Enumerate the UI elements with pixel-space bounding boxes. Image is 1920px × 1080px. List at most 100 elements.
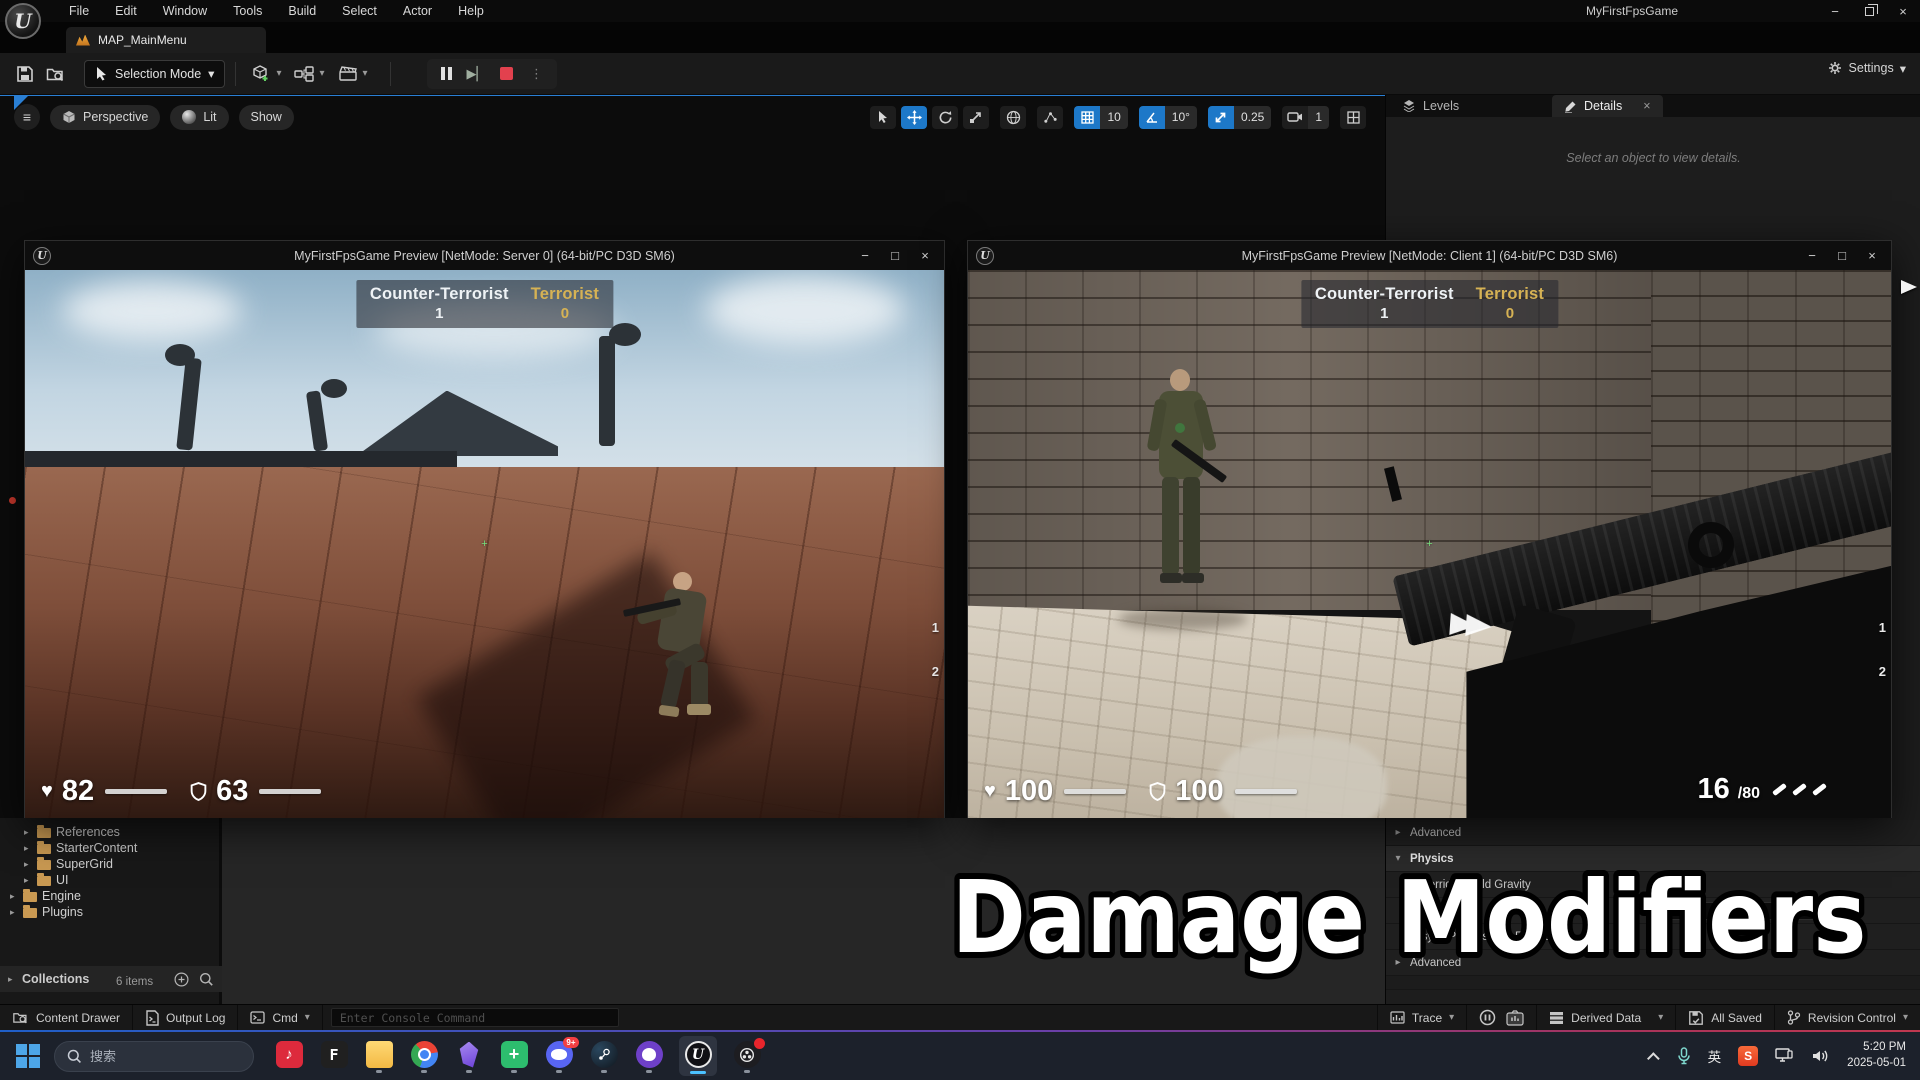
grid-snap-value[interactable]: 10 bbox=[1100, 106, 1127, 129]
app-obs-studio[interactable] bbox=[732, 1036, 762, 1076]
tray-expand-icon[interactable] bbox=[1647, 1052, 1660, 1065]
camera-speed-button[interactable] bbox=[1282, 106, 1308, 129]
unreal-logo-icon[interactable]: U bbox=[5, 3, 41, 39]
browse-content-button[interactable] bbox=[40, 60, 70, 88]
surface-snapping-button[interactable] bbox=[1037, 106, 1063, 129]
close-button[interactable]: × bbox=[910, 244, 940, 268]
collections-section[interactable]: ▸ Collections bbox=[0, 966, 222, 992]
game-viewport-client[interactable]: + Counter-Terrorist 1 Terrorist 0 bbox=[968, 270, 1891, 818]
derived-data-dropdown[interactable]: Derived Data ▾ bbox=[1537, 1005, 1676, 1031]
details-category-physics[interactable]: ▾Physics bbox=[1386, 846, 1920, 872]
gravity-value-field[interactable]: 0.0 bbox=[1654, 902, 1859, 920]
menu-tools[interactable]: Tools bbox=[220, 1, 275, 21]
menu-select[interactable]: Select bbox=[329, 1, 390, 21]
tab-details[interactable]: Details × bbox=[1552, 95, 1663, 117]
tree-item-startercontent[interactable]: ▸StarterContent bbox=[24, 840, 137, 856]
app-obsidian[interactable] bbox=[454, 1036, 484, 1076]
play-options-button[interactable]: ⋮ bbox=[525, 62, 549, 86]
maximize-viewport-button[interactable] bbox=[1340, 106, 1366, 129]
app-chrome[interactable] bbox=[409, 1036, 439, 1076]
pause-button[interactable] bbox=[435, 62, 459, 86]
revision-control-dropdown[interactable]: Revision Control ▾ bbox=[1775, 1005, 1920, 1031]
record-trace-icon[interactable] bbox=[1479, 1009, 1496, 1026]
menu-actor[interactable]: Actor bbox=[390, 1, 445, 21]
minimize-button[interactable]: − bbox=[850, 244, 880, 268]
frame-skip-button[interactable]: ▶▏ bbox=[465, 62, 489, 86]
taskbar-search[interactable] bbox=[54, 1041, 254, 1072]
override-gravity-checkbox[interactable] bbox=[1654, 877, 1669, 892]
sogou-input-icon[interactable]: S bbox=[1738, 1046, 1758, 1066]
menu-help[interactable]: Help bbox=[445, 1, 497, 21]
viewport-options-button[interactable]: ≡ bbox=[14, 104, 40, 130]
tree-item-plugins[interactable]: ▸Plugins bbox=[10, 904, 83, 920]
select-tool-button[interactable] bbox=[870, 106, 896, 129]
details-row-advanced[interactable]: ▸Advanced bbox=[1386, 820, 1920, 846]
cmd-dropdown[interactable]: Cmd ▾ bbox=[238, 1005, 322, 1031]
scale-tool-button[interactable] bbox=[963, 106, 989, 129]
scale-snap-toggle[interactable] bbox=[1208, 106, 1234, 129]
screenshot-trace-icon[interactable] bbox=[1506, 1010, 1524, 1026]
tree-item-ui[interactable]: ▸UI bbox=[24, 872, 69, 888]
async-physics-checkbox[interactable] bbox=[1654, 929, 1669, 944]
app-steam[interactable] bbox=[589, 1036, 619, 1076]
rotation-snap-toggle[interactable] bbox=[1139, 106, 1165, 129]
maximize-button[interactable]: □ bbox=[1827, 244, 1857, 268]
tree-item-engine[interactable]: ▸Engine bbox=[10, 888, 81, 904]
menu-edit[interactable]: Edit bbox=[102, 1, 150, 21]
save-status-button[interactable]: All Saved bbox=[1676, 1005, 1775, 1031]
scale-snap-value[interactable]: 0.25 bbox=[1234, 106, 1271, 129]
app-unreal-engine[interactable]: U bbox=[679, 1036, 717, 1076]
minimize-button[interactable]: − bbox=[1818, 0, 1852, 22]
content-drawer-button[interactable]: Content Drawer bbox=[0, 1005, 133, 1031]
ime-indicator[interactable]: 英 bbox=[1708, 1046, 1722, 1066]
tab-levels[interactable]: Levels bbox=[1390, 95, 1471, 117]
world-local-toggle[interactable] bbox=[1000, 106, 1026, 129]
game-viewport-server[interactable]: + Counter-Terrorist 1 Terrorist 0 ♥ 82 6… bbox=[25, 270, 944, 818]
speaker-icon[interactable] bbox=[1811, 1048, 1830, 1064]
grid-snap-toggle[interactable] bbox=[1074, 106, 1100, 129]
camera-speed-value[interactable]: 1 bbox=[1308, 106, 1329, 129]
close-tab-icon[interactable]: × bbox=[1643, 99, 1650, 113]
show-dropdown[interactable]: Show bbox=[239, 105, 294, 130]
trace-dropdown[interactable]: Trace ▾ bbox=[1377, 1005, 1467, 1031]
menu-build[interactable]: Build bbox=[275, 1, 329, 21]
restore-button[interactable] bbox=[1852, 0, 1886, 22]
app-files[interactable]: F bbox=[319, 1036, 349, 1076]
blueprints-button[interactable] bbox=[289, 60, 319, 88]
network-icon[interactable] bbox=[1775, 1048, 1794, 1064]
close-button[interactable]: × bbox=[1886, 0, 1920, 22]
search-collections-icon[interactable] bbox=[199, 972, 214, 987]
preview-title-bar[interactable]: U MyFirstFpsGame Preview [NetMode: Clien… bbox=[968, 241, 1891, 270]
selection-mode-dropdown[interactable]: Selection Mode ▾ bbox=[84, 60, 225, 88]
add-collection-icon[interactable] bbox=[174, 972, 189, 987]
search-input[interactable] bbox=[90, 1049, 230, 1064]
app-netease-music[interactable]: ♪ bbox=[274, 1036, 304, 1076]
tab-map-mainmenu[interactable]: MAP_MainMenu bbox=[66, 27, 266, 53]
lit-dropdown[interactable]: Lit bbox=[170, 105, 228, 130]
cinematics-button[interactable] bbox=[333, 60, 363, 88]
menu-file[interactable]: File bbox=[56, 1, 102, 21]
preview-title-bar[interactable]: U MyFirstFpsGame Preview [NetMode: Serve… bbox=[25, 241, 944, 270]
tree-item-supergrid[interactable]: ▸SuperGrid bbox=[24, 856, 113, 872]
details-row-advanced2[interactable]: ▸Advanced bbox=[1386, 950, 1920, 976]
add-actor-button[interactable] bbox=[246, 60, 276, 88]
close-button[interactable]: × bbox=[1857, 244, 1887, 268]
taskbar-clock[interactable]: 5:20 PM 2025-05-01 bbox=[1847, 1040, 1906, 1071]
maximize-button[interactable]: □ bbox=[880, 244, 910, 268]
microphone-icon[interactable] bbox=[1677, 1047, 1691, 1065]
app-github[interactable] bbox=[634, 1036, 664, 1076]
app-discord[interactable]: 9+ bbox=[544, 1036, 574, 1076]
app-file-explorer[interactable] bbox=[364, 1036, 394, 1076]
rotation-snap-value[interactable]: 10° bbox=[1165, 106, 1197, 129]
app-green-plus[interactable]: + bbox=[499, 1036, 529, 1076]
minimize-button[interactable]: − bbox=[1797, 244, 1827, 268]
rotate-tool-button[interactable] bbox=[932, 106, 958, 129]
perspective-dropdown[interactable]: Perspective bbox=[50, 105, 160, 130]
save-button[interactable] bbox=[10, 60, 40, 88]
tree-item-references[interactable]: ▸References bbox=[24, 824, 120, 840]
console-command-input[interactable] bbox=[331, 1008, 619, 1027]
output-log-button[interactable]: Output Log bbox=[133, 1005, 238, 1031]
settings-dropdown[interactable]: Settings ▾ bbox=[1827, 60, 1906, 76]
move-tool-button[interactable] bbox=[901, 106, 927, 129]
menu-window[interactable]: Window bbox=[150, 1, 220, 21]
